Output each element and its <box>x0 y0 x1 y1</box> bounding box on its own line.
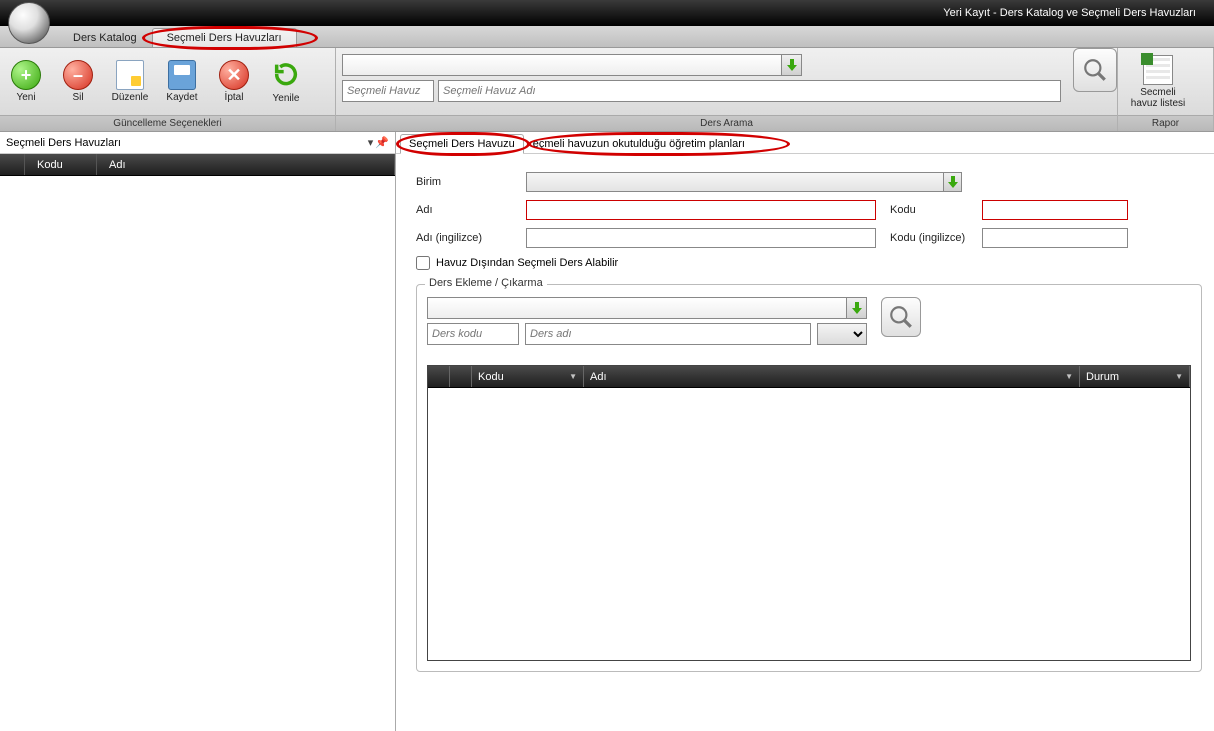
adi-input[interactable] <box>526 200 876 220</box>
minus-icon: – <box>63 60 93 90</box>
adi-en-input[interactable] <box>526 228 876 248</box>
column-course-kodu[interactable]: Kodu▼ <box>472 366 584 387</box>
course-status-select[interactable] <box>817 323 867 345</box>
window-title: Yeri Kayıt - Ders Katalog ve Seçmeli Der… <box>943 7 1196 19</box>
panel-dropdown-icon[interactable]: ▾ <box>368 136 374 149</box>
ribbon-group-label-update: Güncelleme Seçenekleri <box>0 115 335 131</box>
pool-name-input[interactable] <box>438 80 1061 102</box>
pool-code-input[interactable] <box>342 80 434 102</box>
tab-secmeli-ders-havuzlari[interactable]: Seçmeli Ders Havuzları <box>152 28 297 47</box>
course-search-dropdown-button[interactable] <box>847 297 867 319</box>
birim-combo[interactable] <box>526 172 962 192</box>
course-code-input[interactable] <box>427 323 519 345</box>
pool-search-combo[interactable] <box>342 54 782 76</box>
edit-icon <box>116 60 144 90</box>
plus-icon: + <box>11 60 41 90</box>
filter-icon[interactable]: ▼ <box>1175 372 1183 381</box>
search-icon <box>1082 57 1108 83</box>
fieldset-legend: Ders Ekleme / Çıkarma <box>425 277 547 289</box>
search-icon <box>888 304 914 330</box>
refresh-button[interactable]: Yenile <box>260 51 312 113</box>
havuz-disindan-label: Havuz Dışından Seçmeli Ders Alabilir <box>436 257 618 269</box>
left-panel: Seçmeli Ders Havuzları ▾ 📌 Kodu Adı <box>0 132 396 731</box>
column-kodu[interactable]: Kodu <box>25 154 97 175</box>
kodu-input[interactable] <box>982 200 1128 220</box>
module-tabstrip: Ders Katalog Seçmeli Ders Havuzları <box>0 26 1214 48</box>
column-adi[interactable]: Adı <box>97 154 395 175</box>
arrow-down-icon <box>948 176 958 188</box>
ribbon-group-label-search: Ders Arama <box>336 115 1117 131</box>
save-icon <box>168 60 196 90</box>
app-menu-button[interactable] <box>8 2 50 44</box>
column-course-durum[interactable]: Durum▼ <box>1080 366 1190 387</box>
pool-search-dropdown-button[interactable] <box>782 54 802 76</box>
tab-secmeli-ders-havuzu[interactable]: Seçmeli Ders Havuzu <box>400 134 524 154</box>
course-search-button[interactable] <box>881 297 921 337</box>
report-icon <box>1143 55 1173 85</box>
report-button[interactable]: Secmeli havuz listesi <box>1118 51 1198 113</box>
label-kodu-en: Kodu (ingilizce) <box>882 232 976 244</box>
panel-pin-icon[interactable]: 📌 <box>375 136 389 149</box>
filter-icon[interactable]: ▼ <box>569 372 577 381</box>
new-button[interactable]: + Yeni <box>0 51 52 113</box>
course-search-combo[interactable] <box>427 297 847 319</box>
tab-ogretim-planlari[interactable]: eçmeli havuzun okutulduğu öğretim planla… <box>524 134 754 153</box>
havuz-disindan-checkbox[interactable] <box>416 256 430 270</box>
ribbon: + Yeni – Sil Düzenle Kaydet ✕ İptal <box>0 48 1214 132</box>
refresh-icon <box>272 60 300 91</box>
save-button[interactable]: Kaydet <box>156 51 208 113</box>
edit-button[interactable]: Düzenle <box>104 51 156 113</box>
arrow-down-icon <box>852 302 862 314</box>
delete-button[interactable]: – Sil <box>52 51 104 113</box>
left-panel-title: Seçmeli Ders Havuzları <box>6 137 121 149</box>
filter-icon[interactable]: ▼ <box>1065 372 1073 381</box>
tab-ders-katalog[interactable]: Ders Katalog <box>58 28 152 47</box>
cancel-button[interactable]: ✕ İptal <box>208 51 260 113</box>
arrow-down-icon <box>787 59 797 71</box>
label-kodu: Kodu <box>882 204 976 216</box>
kodu-en-input[interactable] <box>982 228 1128 248</box>
cancel-icon: ✕ <box>219 60 249 90</box>
label-adi-en: Adı (ingilizce) <box>416 232 520 244</box>
label-birim: Birim <box>416 176 520 188</box>
birim-dropdown-button[interactable] <box>943 173 961 191</box>
ribbon-group-label-report: Rapor <box>1118 115 1213 131</box>
search-button[interactable] <box>1073 48 1117 92</box>
left-grid-header: Kodu Adı <box>0 154 395 176</box>
course-grid: Kodu▼ Adı▼ Durum▼ <box>427 365 1191 661</box>
label-adi: Adı <box>416 204 520 216</box>
left-grid-body <box>0 176 395 731</box>
course-name-input[interactable] <box>525 323 811 345</box>
ders-ekleme-fieldset: Ders Ekleme / Çıkarma <box>416 284 1202 672</box>
column-course-adi[interactable]: Adı▼ <box>584 366 1080 387</box>
